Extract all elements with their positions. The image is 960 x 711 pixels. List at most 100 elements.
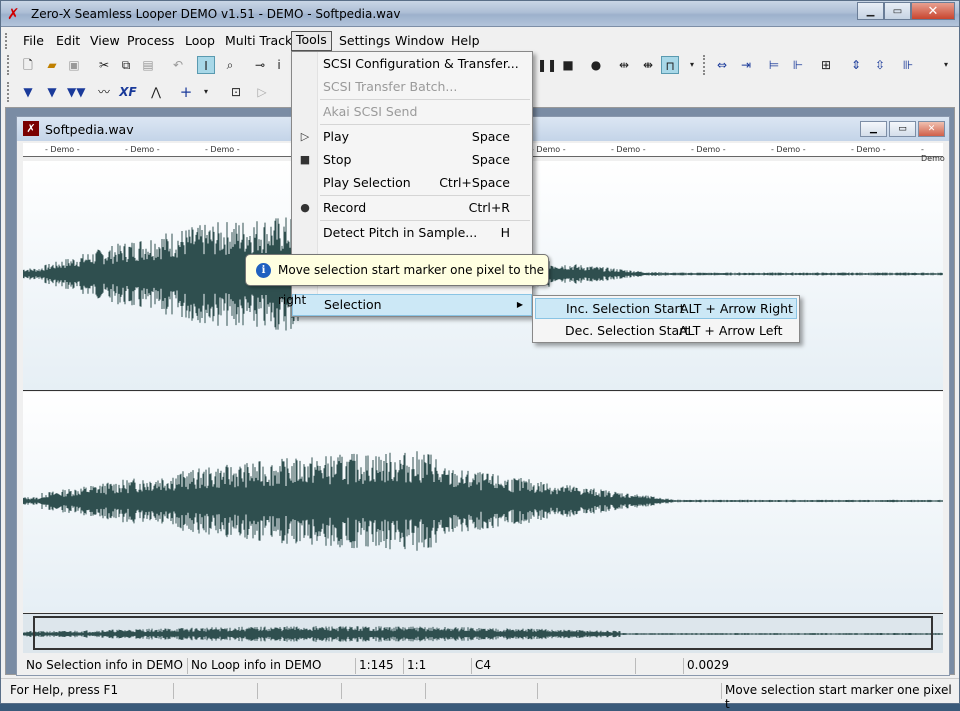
- plus-icon[interactable]: +: [177, 83, 195, 101]
- loop-shrink-icon[interactable]: ⇹: [615, 56, 633, 74]
- toolbar-grip-3[interactable]: [7, 82, 10, 102]
- ruler-label: - Demo -: [771, 145, 806, 154]
- crop-icon[interactable]: ⊞: [817, 56, 835, 74]
- maximize-button[interactable]: ▭: [884, 2, 911, 20]
- ruler-label: - Demo -: [611, 145, 646, 154]
- menu-edit[interactable]: Edit: [52, 32, 84, 50]
- waveform-channel-right[interactable]: [22, 392, 943, 612]
- selection-submenu: Inc. Selection Start ALT + Arrow Right De…: [532, 295, 800, 343]
- status-cell: [173, 683, 177, 699]
- chevron-down-icon[interactable]: ▾: [687, 56, 697, 74]
- minimize-button[interactable]: ▁: [857, 2, 884, 20]
- menu-item-scsi-config[interactable]: SCSI Configuration & Transfer...: [318, 53, 532, 75]
- help-hint: For Help, press F1: [10, 683, 119, 697]
- menu-separator: [320, 220, 530, 221]
- menubar-grip[interactable]: [5, 33, 8, 49]
- loop-expand-icon[interactable]: ⇼: [639, 56, 657, 74]
- loop-info: No Loop info in DEMO: [187, 658, 321, 674]
- menu-separator: [320, 99, 530, 100]
- menu-view[interactable]: View: [86, 32, 124, 50]
- document-minimize-button[interactable]: ▁: [860, 121, 887, 137]
- menu-item-shortcut: Ctrl+Space: [439, 175, 510, 190]
- marker-split-icon[interactable]: ⊩: [789, 56, 807, 74]
- menu-separator: [320, 195, 530, 196]
- marker-down-icon[interactable]: ▼: [19, 83, 37, 101]
- menu-help[interactable]: Help: [447, 32, 484, 50]
- toolbar-grip[interactable]: [7, 55, 10, 75]
- arrow-collapse-icon[interactable]: ⇥: [737, 56, 755, 74]
- play-icon: ▷: [300, 130, 310, 143]
- menu-item-play[interactable]: Play Space: [318, 126, 532, 148]
- cut-icon[interactable]: ✂: [95, 56, 113, 74]
- marker-down-3-icon[interactable]: ▼▼: [67, 83, 85, 101]
- mountains-icon[interactable]: ⋀: [147, 83, 165, 101]
- submenu-item-label: Inc. Selection Start: [566, 301, 685, 316]
- status-cell: [257, 683, 261, 699]
- document-restore-button[interactable]: ▭: [889, 121, 916, 137]
- ruler-label: - Demo -: [45, 145, 80, 154]
- record-box-icon[interactable]: ⊡: [227, 83, 245, 101]
- menu-window[interactable]: Window: [391, 32, 448, 50]
- zoom-tool-icon[interactable]: ⌕: [221, 56, 239, 74]
- play-step-icon[interactable]: ▷: [253, 83, 271, 101]
- menu-loop[interactable]: Loop: [181, 32, 219, 50]
- document-close-button[interactable]: ✕: [918, 121, 945, 137]
- menu-process[interactable]: Process: [123, 32, 178, 50]
- menu-item-label: Detect Pitch in Sample...: [323, 225, 478, 240]
- wave-icon[interactable]: 〰: [95, 83, 113, 101]
- overview-strip[interactable]: [22, 613, 943, 653]
- toolbar-grip-2[interactable]: [703, 55, 706, 75]
- open-folder-icon[interactable]: ▰: [43, 56, 61, 74]
- app-window: ✗ Zero-X Seamless Looper DEMO v1.51 - DE…: [0, 0, 960, 711]
- status-cell: [425, 683, 429, 699]
- arrow-up-down-icon[interactable]: ⇕: [847, 56, 865, 74]
- key-icon[interactable]: ⊸: [251, 56, 269, 74]
- menu-item-label: Play Selection: [323, 175, 411, 190]
- paste-icon[interactable]: ▤: [139, 56, 157, 74]
- info-icon[interactable]: i: [273, 56, 285, 74]
- menu-item-shortcut: Ctrl+R: [468, 200, 510, 215]
- arrow-left-right-icon[interactable]: ⇔: [713, 56, 731, 74]
- crossfade-icon[interactable]: XF: [119, 83, 137, 101]
- menu-item-shortcut: Space: [471, 152, 510, 167]
- new-file-icon[interactable]: 🗋: [19, 56, 37, 74]
- title-bar[interactable]: ✗ Zero-X Seamless Looper DEMO v1.51 - DE…: [1, 1, 959, 27]
- submenu-item-label: Dec. Selection Start: [565, 323, 690, 338]
- arrow-vertical-expand-icon[interactable]: ⇳: [871, 56, 889, 74]
- overview-view-frame[interactable]: [33, 616, 933, 650]
- menu-item-record[interactable]: Record Ctrl+R: [318, 197, 532, 219]
- menu-item-label: Akai SCSI Send: [323, 104, 418, 119]
- marker-span-icon[interactable]: ⊨: [765, 56, 783, 74]
- marker-loop-icon[interactable]: ⊪: [899, 56, 917, 74]
- submenu-item-dec-selection-start[interactable]: Dec. Selection Start ALT + Arrow Left: [535, 320, 797, 341]
- save-icon[interactable]: ▣: [65, 56, 83, 74]
- app-logo-icon: ✗: [7, 5, 20, 23]
- menu-tools[interactable]: Tools: [291, 31, 332, 51]
- menu-item-play-selection[interactable]: Play Selection Ctrl+Space: [318, 172, 532, 194]
- pitch-readout: C4: [471, 658, 491, 674]
- menu-item-selection[interactable]: Selection ▶: [292, 294, 532, 316]
- marker-down-2-icon[interactable]: ▼: [43, 83, 61, 101]
- menu-item-detect-pitch[interactable]: Detect Pitch in Sample... H: [318, 222, 532, 244]
- record-icon[interactable]: ●: [587, 56, 605, 74]
- menu-item-stop[interactable]: Stop Space: [318, 149, 532, 171]
- menu-item-shortcut: Space: [471, 129, 510, 144]
- submenu-item-inc-selection-start[interactable]: Inc. Selection Start ALT + Arrow Right: [535, 298, 797, 319]
- pause-icon[interactable]: ❚❚: [537, 56, 557, 74]
- snap-icon[interactable]: ⊓: [661, 56, 679, 74]
- menu-file[interactable]: File: [19, 32, 48, 50]
- close-button[interactable]: ✕: [911, 2, 955, 20]
- menu-settings[interactable]: Settings: [335, 32, 394, 50]
- menu-multi-track[interactable]: Multi Track: [221, 32, 296, 50]
- selection-tool-icon[interactable]: I: [197, 56, 215, 74]
- undo-icon[interactable]: ↶: [169, 56, 187, 74]
- menu-item-scsi-batch[interactable]: SCSI Transfer Batch...: [318, 76, 532, 98]
- menu-item-akai-scsi-send[interactable]: Akai SCSI Send: [318, 101, 532, 123]
- menu-item-label: Record: [323, 200, 367, 215]
- chevron-down-icon[interactable]: ▾: [941, 56, 951, 74]
- menu-item-label: SCSI Transfer Batch...: [323, 79, 458, 94]
- document-status-bar: No Selection info in DEMO No Loop info i…: [23, 655, 943, 675]
- stop-icon[interactable]: ■: [559, 56, 577, 74]
- chevron-down-icon[interactable]: ▾: [201, 83, 211, 101]
- copy-icon[interactable]: ⧉: [117, 56, 135, 74]
